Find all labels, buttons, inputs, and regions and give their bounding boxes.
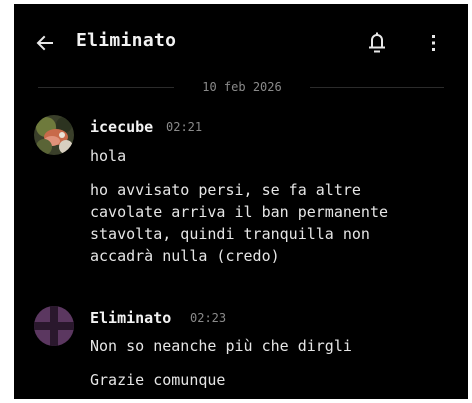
back-button[interactable] — [36, 34, 54, 52]
more-vertical-icon — [432, 35, 435, 51]
message-text: hola — [90, 147, 127, 165]
user-avatar — [34, 115, 74, 155]
message-author[interactable]: Eliminato — [90, 309, 171, 327]
divider — [310, 87, 444, 88]
chat-header: Eliminato — [14, 4, 468, 70]
message-text: ho avvisato persi, se fa altre cavolate … — [90, 181, 389, 265]
avatar[interactable] — [34, 306, 74, 346]
notifications-button[interactable] — [366, 30, 388, 54]
deleted-user-avatar — [34, 306, 74, 346]
more-options-button[interactable] — [428, 32, 438, 54]
bell-icon — [369, 32, 385, 53]
avatar[interactable] — [34, 115, 74, 155]
divider — [38, 87, 174, 88]
date-separator: 10 feb 2026 — [14, 78, 468, 98]
chat-title: Eliminato — [76, 30, 177, 51]
message-time: 02:23 — [190, 311, 227, 325]
message-author[interactable]: icecube — [90, 118, 153, 136]
date-label: 10 feb 2026 — [202, 80, 282, 94]
chat-screen: Eliminato 10 feb 2026 icecube 02:21 hola… — [14, 4, 468, 399]
message-time: 02:21 — [166, 120, 203, 134]
message-text: Grazie comunque — [90, 371, 226, 389]
message-text: Non so neanche più che dirgli — [90, 337, 352, 355]
arrow-left-icon — [36, 35, 53, 51]
